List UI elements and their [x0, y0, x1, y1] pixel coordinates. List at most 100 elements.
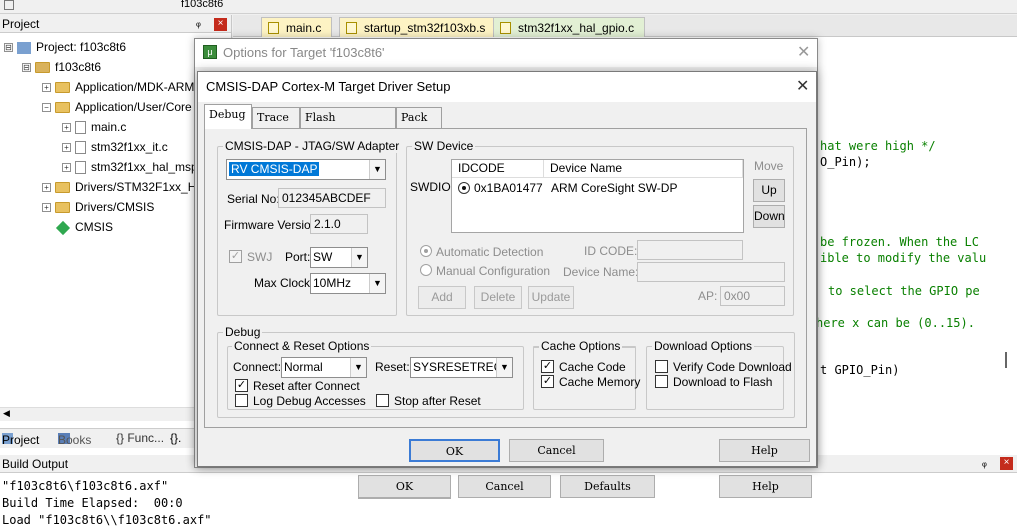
- close-icon[interactable]: ✕: [796, 79, 809, 95]
- ok-button[interactable]: OK: [409, 439, 500, 462]
- move-label: Move: [754, 159, 784, 173]
- tree-item-folder[interactable]: + Application/MDK-ARM: [42, 77, 194, 97]
- tab-pack[interactable]: Pack: [396, 107, 442, 129]
- folder-icon: [55, 182, 70, 194]
- column-header-idcode[interactable]: IDCODE: [452, 160, 544, 178]
- device-name-input[interactable]: [637, 262, 785, 282]
- max-clock-label: Max Clock:: [254, 276, 314, 290]
- editor-tab-startup[interactable]: startup_stm32f103xb.s: [339, 17, 497, 37]
- main-toolbar: f103c8t6: [0, 0, 1017, 14]
- collapse-icon[interactable]: ⊟: [22, 63, 31, 73]
- file-icon: [75, 121, 86, 135]
- chevron-down-icon[interactable]: ▼: [369, 274, 385, 293]
- swj-checkbox[interactable]: ✓: [229, 250, 242, 263]
- close-pane-icon[interactable]: ×: [214, 18, 227, 31]
- move-down-button[interactable]: Down: [753, 205, 785, 228]
- chevron-down-icon[interactable]: ▼: [369, 160, 385, 179]
- tree-item-file[interactable]: + stm32f1xx_hal_msp.c: [62, 157, 207, 177]
- close-pane-icon[interactable]: ×: [1000, 457, 1013, 470]
- download-to-flash-checkbox[interactable]: [655, 375, 668, 388]
- sw-device-list[interactable]: IDCODE Device Name 0x1BA01477 ARM CoreSi…: [451, 159, 744, 233]
- port-select[interactable]: SW ▼: [310, 247, 368, 268]
- help-button[interactable]: Help: [719, 439, 810, 462]
- manual-configuration-radio[interactable]: [420, 264, 432, 276]
- connect-select[interactable]: Normal ▼: [281, 357, 367, 378]
- project-pane-tabs: Project Books {} Func... {}.: [0, 428, 195, 448]
- swj-label: SWJ: [247, 250, 273, 264]
- expand-icon[interactable]: +: [42, 83, 51, 93]
- adapter-group-label: CMSIS-DAP - JTAG/SW Adapter: [223, 139, 402, 153]
- max-clock-select[interactable]: 10MHz ▼: [310, 273, 386, 294]
- tab-debug[interactable]: Debug: [204, 104, 252, 129]
- tree-item-project-root[interactable]: ⊟ Project: f103c8t6: [4, 37, 126, 57]
- device-selected-radio[interactable]: [458, 182, 470, 194]
- editor-tabs: main.c startup_stm32f103xb.s stm32f1xx_h…: [233, 15, 1017, 37]
- expand-icon[interactable]: +: [42, 183, 51, 193]
- cancel-button[interactable]: Cancel: [509, 439, 604, 462]
- manual-configuration-label: Manual Configuration: [436, 264, 551, 278]
- tree-item-file[interactable]: + main.c: [62, 117, 126, 137]
- tree-item-folder[interactable]: − Application/User/Core: [42, 97, 192, 117]
- toolbar-icon[interactable]: [4, 0, 14, 10]
- outer-defaults-button[interactable]: Defaults: [560, 475, 655, 498]
- tab-label: stm32f1xx_hal_gpio.c: [518, 21, 635, 35]
- tree-label: f103c8t6: [55, 60, 102, 74]
- tree-item-file[interactable]: + stm32f1xx_it.c: [62, 137, 168, 157]
- tab-label: Project: [2, 433, 40, 447]
- tab-label: startup_stm32f103xb.s: [364, 21, 486, 35]
- dialog-titlebar: CMSIS-DAP Cortex-M Target Driver Setup: [198, 72, 816, 102]
- stop-after-reset-checkbox[interactable]: [376, 394, 389, 407]
- outer-help-button[interactable]: Help: [719, 475, 812, 498]
- move-up-button[interactable]: Up: [753, 179, 785, 202]
- update-button[interactable]: Update: [528, 286, 574, 309]
- delete-button[interactable]: Delete: [474, 286, 522, 309]
- tab-templates[interactable]: {}.: [170, 431, 181, 445]
- outer-ok-button[interactable]: OK: [358, 475, 451, 498]
- column-header-device-name[interactable]: Device Name: [544, 160, 743, 178]
- automatic-detection-radio[interactable]: [420, 245, 432, 257]
- log-debug-checkbox[interactable]: [235, 394, 248, 407]
- toolbar-target-select[interactable]: f103c8t6: [181, 0, 223, 10]
- tree-item-folder[interactable]: + Drivers/CMSIS: [42, 197, 154, 217]
- tab-label: Books: [58, 433, 92, 447]
- reset-after-connect-label: Reset after Connect: [253, 379, 360, 393]
- chevron-down-icon[interactable]: ▼: [351, 248, 367, 267]
- scroll-left-icon[interactable]: ◀: [3, 408, 10, 419]
- close-icon[interactable]: ✕: [797, 45, 810, 61]
- editor-scrollbar-thumb[interactable]: [1005, 352, 1007, 368]
- collapse-icon[interactable]: −: [42, 103, 51, 113]
- outer-cancel-button[interactable]: Cancel: [458, 475, 551, 498]
- tab-flash-download[interactable]: Flash Download: [300, 107, 396, 144]
- reset-after-connect-checkbox[interactable]: ✓: [235, 379, 248, 392]
- tab-trace[interactable]: Trace: [252, 107, 300, 129]
- chevron-down-icon[interactable]: ▼: [496, 358, 512, 377]
- code-line: ible to modify the valu: [820, 251, 987, 265]
- id-code-input[interactable]: [637, 240, 743, 260]
- connect-label: Connect:: [233, 360, 282, 374]
- collapse-icon[interactable]: ⊟: [4, 43, 13, 53]
- pin-icon[interactable]: ᵩ: [982, 457, 987, 469]
- expand-icon[interactable]: +: [42, 203, 51, 213]
- chevron-down-icon[interactable]: ▼: [350, 358, 366, 377]
- tab-functions[interactable]: {} Func...: [116, 431, 164, 445]
- tree-item-target[interactable]: ⊟ f103c8t6: [22, 57, 101, 77]
- tree-item-cmsis[interactable]: CMSIS: [55, 217, 113, 237]
- verify-code-checkbox[interactable]: [655, 360, 668, 373]
- reset-select[interactable]: SYSRESETREQ ▼: [410, 357, 513, 378]
- adapter-selected: RV CMSIS-DAP: [229, 162, 320, 176]
- cache-code-checkbox[interactable]: ✓: [541, 360, 554, 373]
- editor-tab-main-c[interactable]: main.c: [261, 17, 333, 37]
- editor-tab-hal-gpio[interactable]: stm32f1xx_hal_gpio.c: [493, 17, 646, 37]
- pin-icon[interactable]: ᵩ: [196, 17, 201, 29]
- adapter-select[interactable]: RV CMSIS-DAP ▼: [226, 159, 386, 180]
- table-row[interactable]: 0x1BA01477 ARM CoreSight SW-DP: [452, 179, 743, 197]
- expand-icon[interactable]: +: [62, 163, 71, 173]
- device-name: ARM CoreSight SW-DP: [551, 181, 678, 195]
- cache-memory-checkbox[interactable]: ✓: [541, 375, 554, 388]
- expand-icon[interactable]: +: [62, 123, 71, 133]
- max-clock-value: 10MHz: [313, 276, 352, 290]
- expand-icon[interactable]: +: [62, 143, 71, 153]
- code-line: O_Pin);: [820, 155, 871, 169]
- ap-field[interactable]: 0x00: [720, 286, 785, 306]
- add-button[interactable]: Add: [418, 286, 466, 309]
